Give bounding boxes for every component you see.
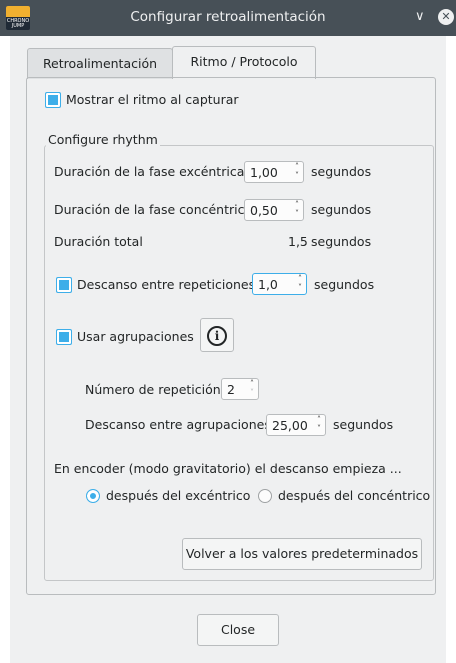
rep-number-label: Número de repetición — [85, 382, 221, 397]
close-window-icon[interactable]: ✕ — [438, 9, 454, 25]
use-clusters-checkbox[interactable] — [56, 329, 72, 345]
spin-arrows-icon[interactable]: ˄ ˅ — [298, 274, 302, 292]
window-title: Configurar retroalimentación — [130, 9, 326, 25]
reset-defaults-button[interactable]: Volver a los valores predeterminados — [182, 538, 422, 570]
concentric-duration-spinbox[interactable]: 0,50 ˄ ˅ — [244, 199, 304, 221]
total-duration-value: 1,5 — [288, 234, 308, 249]
after-concentric-label: después del concéntrico — [278, 488, 431, 503]
total-duration-unit: segundos — [311, 234, 372, 249]
rest-clusters-unit: segundos — [333, 417, 394, 432]
rest-reps-checkbox[interactable] — [56, 277, 72, 293]
close-button[interactable]: Close — [197, 614, 279, 646]
after-eccentric-label: después del excéntrico — [106, 488, 251, 503]
after-concentric-radio[interactable] — [258, 489, 272, 503]
concentric-unit: segundos — [311, 202, 372, 217]
rep-number-spinbox[interactable]: 2 ˄ ˅ — [221, 378, 259, 400]
rest-clusters-spinbox[interactable]: 25,00 ˄ ˅ — [266, 414, 326, 436]
encoder-rest-label: En encoder (modo gravitatorio) el descan… — [54, 461, 402, 476]
chevron-down-icon[interactable]: ∨ — [415, 9, 425, 24]
after-eccentric-radio[interactable] — [86, 489, 100, 503]
eccentric-unit: segundos — [311, 164, 372, 179]
window-titlebar: CHRONO JUMP Configurar retroalimentación… — [0, 0, 456, 36]
show-rhythm-label: Mostrar el ritmo al capturar — [66, 92, 239, 107]
tab-ritmo-protocolo[interactable]: Ritmo / Protocolo — [172, 46, 316, 79]
spin-arrows-icon[interactable]: ˄ ˅ — [295, 200, 299, 218]
info-icon: i — [207, 326, 227, 346]
tab-retroalimentacion[interactable]: Retroalimentación — [27, 48, 173, 79]
total-duration-label: Duración total — [54, 234, 143, 249]
eccentric-duration-spinbox[interactable]: 1,00 ˄ ˅ — [244, 161, 304, 183]
rest-clusters-label: Descanso entre agrupaciones — [85, 417, 271, 432]
rest-reps-unit: segundos — [314, 277, 375, 292]
spin-arrows-icon[interactable]: ˄ ˅ — [295, 162, 299, 180]
eccentric-duration-label: Duración de la fase excéntrica — [54, 164, 245, 179]
use-clusters-label: Usar agrupaciones — [77, 329, 194, 344]
spin-arrows-icon[interactable]: ˄ ˅ — [317, 415, 321, 433]
rest-reps-spinbox[interactable]: 1,0 ˄ ˅ — [252, 273, 307, 295]
rest-reps-label: Descanso entre repeticiones — [77, 277, 256, 292]
show-rhythm-checkbox[interactable] — [45, 92, 61, 108]
info-button[interactable]: i — [200, 318, 234, 352]
configure-rhythm-title: Configure rhythm — [46, 132, 160, 147]
concentric-duration-label: Duración de la fase concéntrica — [54, 202, 253, 217]
spin-arrows-icon[interactable]: ˄ ˅ — [250, 379, 254, 397]
